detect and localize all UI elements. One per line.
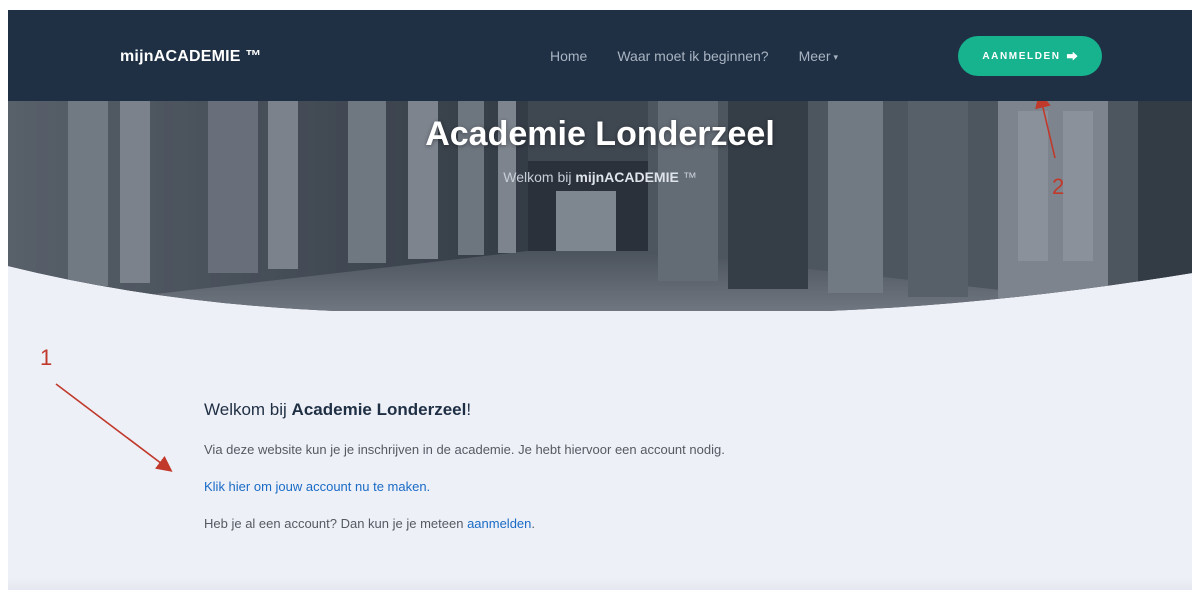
hero-banner: Academie Londerzeel Welkom bij mijnACADE… [8,101,1192,311]
page-frame: mijnACADEMIE ™ Home Waar moet ik beginne… [8,10,1192,590]
welcome-heading: Welkom bij Academie Londerzeel! [204,400,725,420]
intro-text: Via deze website kun je je inschrijven i… [204,442,725,457]
nav-links: Home Waar moet ik beginnen? Meer ▾ [550,48,838,64]
hero-title: Academie Londerzeel [425,115,775,153]
have-account-text: Heb je al een account? Dan kun je je met… [204,516,468,531]
annotation-label-2: 2 [1052,174,1065,199]
hero-subtitle-suffix: ™ [678,169,697,185]
caret-down-icon: ▾ [833,52,839,62]
hero-subtitle: Welkom bij mijnACADEMIE ™ [8,169,1192,185]
welcome-academy-name: Academie Londerzeel [291,400,467,419]
have-account-paragraph: Heb je al een account? Dan kun je je met… [204,516,725,531]
annotation-label-1: 1 [40,345,53,370]
welcome-suffix: ! [466,400,472,419]
nav-link-home[interactable]: Home [550,48,587,64]
hero-subtitle-brand: mijnACADEMIE [575,169,679,185]
login-link[interactable]: aanmelden [467,516,531,531]
login-button-label: AANMELDEN [982,50,1061,62]
nav-link-waar-moet-ik-beginnen[interactable]: Waar moet ik beginnen? [617,48,768,64]
welcome-prefix: Welkom bij [204,400,292,419]
welcome-section: Welkom bij Academie Londerzeel! Via deze… [204,400,725,553]
have-account-suffix: . [531,516,536,531]
hero-subtitle-prefix: Welkom bij [503,169,576,185]
nav-dropdown-meer[interactable]: Meer ▾ [799,48,838,64]
login-button[interactable]: AANMELDEN ⮕ [958,36,1102,76]
navbar: mijnACADEMIE ™ Home Waar moet ik beginne… [8,10,1192,101]
nav-dropdown-label: Meer [798,48,831,64]
sign-in-icon: ⮕ [1066,51,1078,63]
brand-logo[interactable]: mijnACADEMIE ™ [120,48,261,66]
create-account-paragraph: Klik hier om jouw account nu te maken. [204,479,725,494]
create-account-link[interactable]: Klik hier om jouw account nu te maken. [204,479,430,494]
bottom-shadow [8,578,1192,590]
